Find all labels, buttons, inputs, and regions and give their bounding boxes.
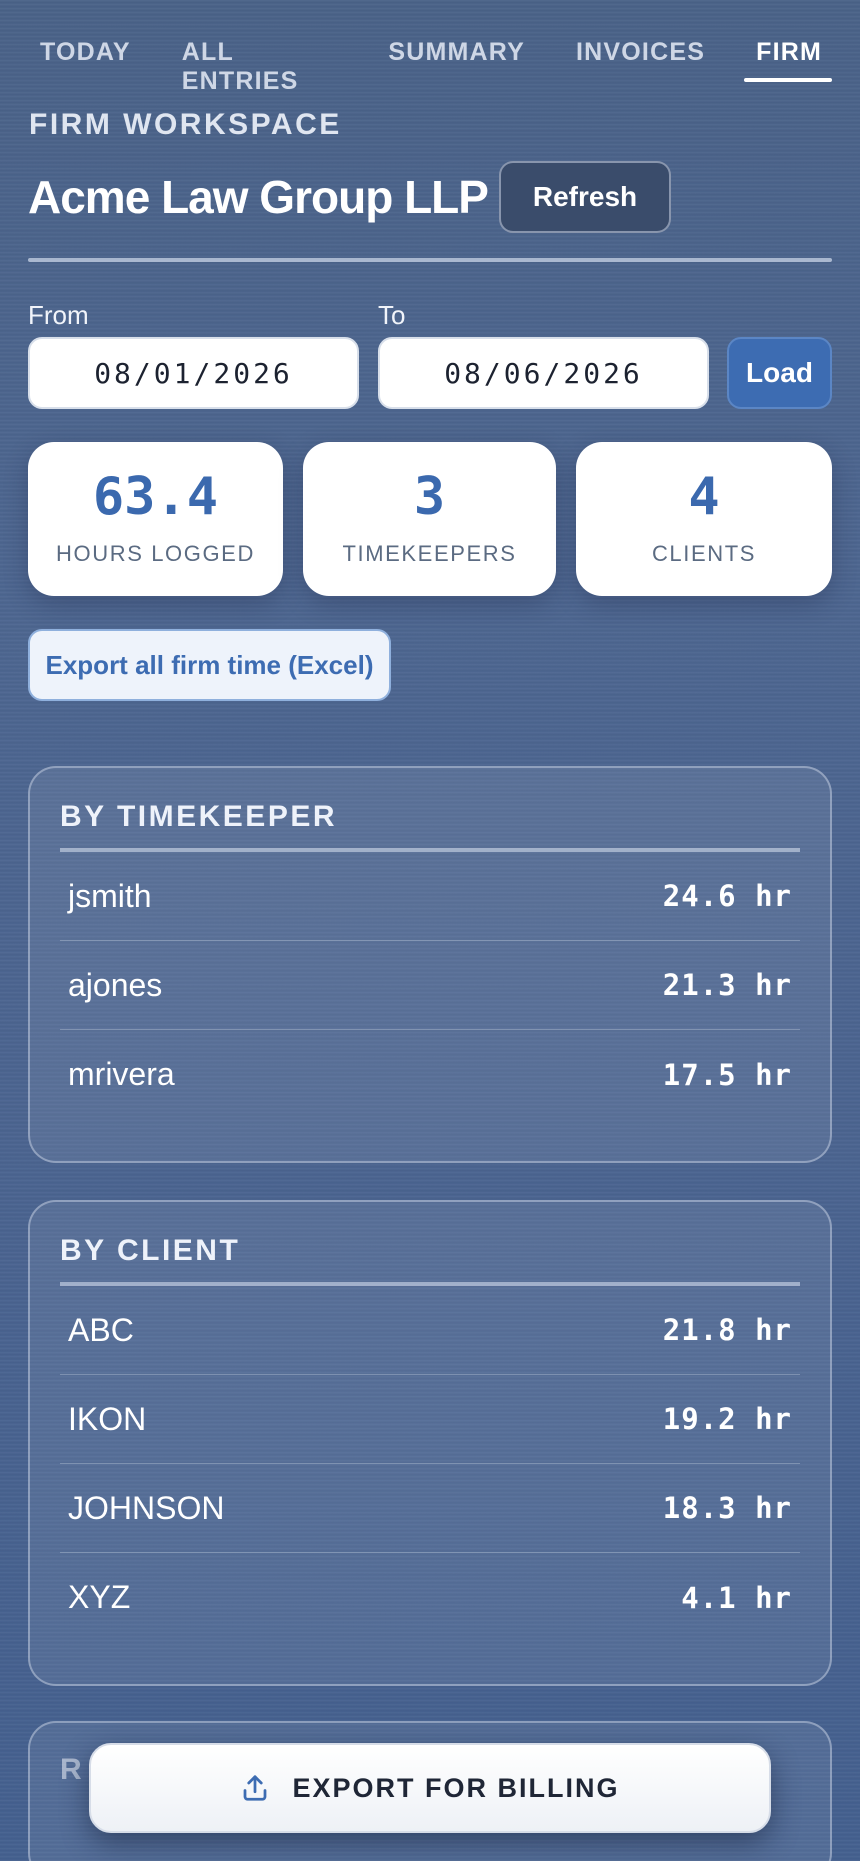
timekeeper-hours: 21.3 hr <box>662 968 792 1002</box>
list-item: mrivera 17.5 hr <box>60 1030 800 1119</box>
client-hours: 19.2 hr <box>662 1402 792 1436</box>
tab-all-entries[interactable]: ALL ENTRIES <box>170 30 348 95</box>
timekeeper-name: jsmith <box>68 877 152 914</box>
by-timekeeper-panel: BY TIMEKEEPER jsmith 24.6 hr ajones 21.3… <box>28 766 832 1163</box>
client-name: JOHNSON <box>68 1489 225 1526</box>
timekeeper-name: mrivera <box>68 1056 175 1092</box>
from-date-input[interactable]: 08/01/2026 <box>28 337 359 409</box>
tab-today[interactable]: TODAY <box>28 30 141 82</box>
stat-label: CLIENTS <box>651 541 757 566</box>
section-eyebrow: FIRM WORKSPACE <box>29 108 342 141</box>
page-title: Acme Law Group LLP <box>28 171 489 223</box>
to-date-input[interactable]: 08/06/2026 <box>378 337 709 409</box>
timekeeper-hours: 24.6 hr <box>662 879 792 913</box>
stat-card-clients: 4 CLIENTS <box>576 442 832 596</box>
list-item: JOHNSON 18.3 hr <box>60 1464 800 1553</box>
panel-title: BY TIMEKEEPER <box>60 768 800 852</box>
tab-summary[interactable]: SUMMARY <box>376 30 535 82</box>
to-label: To <box>378 300 406 330</box>
stat-card-hours: 63.4 HOURS LOGGED <box>28 442 283 596</box>
by-client-panel: BY CLIENT ABC 21.8 hr IKON 19.2 hr JOHNS… <box>28 1200 832 1686</box>
top-nav: TODAY ALL ENTRIES SUMMARY INVOICES FIRM <box>28 30 832 95</box>
stat-value: 3 <box>413 467 446 527</box>
client-hours: 18.3 hr <box>662 1491 792 1525</box>
panel-title: BY CLIENT <box>60 1202 800 1286</box>
list-item: ABC 21.8 hr <box>60 1286 800 1375</box>
header-divider <box>28 258 832 262</box>
export-excel-button[interactable]: Export all firm time (Excel) <box>28 629 391 701</box>
client-hours: 4.1 hr <box>681 1580 792 1615</box>
load-button[interactable]: Load <box>727 337 832 409</box>
refresh-button[interactable]: Refresh <box>499 161 671 233</box>
tab-firm[interactable]: FIRM <box>744 30 832 82</box>
stat-label: HOURS LOGGED <box>56 541 255 566</box>
list-item: XYZ 4.1 hr <box>60 1553 800 1642</box>
stat-label: TIMEKEEPERS <box>342 541 517 566</box>
stat-value: 63.4 <box>92 467 219 527</box>
client-hours: 21.8 hr <box>662 1313 792 1347</box>
stat-value: 4 <box>688 467 720 527</box>
upload-icon <box>244 1775 267 1801</box>
tab-invoices[interactable]: INVOICES <box>564 30 715 82</box>
export-for-billing-button[interactable]: EXPORT FOR BILLING <box>89 1743 771 1833</box>
client-name: XYZ <box>68 1579 131 1615</box>
client-name: ABC <box>68 1311 134 1348</box>
list-item: ajones 21.3 hr <box>60 941 800 1030</box>
timekeeper-hours: 17.5 hr <box>662 1057 792 1092</box>
client-name: IKON <box>68 1400 147 1437</box>
stat-card-timekeepers: 3 TIMEKEEPERS <box>303 442 556 596</box>
list-item: jsmith 24.6 hr <box>60 852 800 941</box>
export-for-billing-label: EXPORT FOR BILLING <box>292 1772 620 1803</box>
timekeeper-name: ajones <box>68 966 163 1003</box>
list-item: IKON 19.2 hr <box>60 1375 800 1464</box>
from-label: From <box>28 300 89 330</box>
